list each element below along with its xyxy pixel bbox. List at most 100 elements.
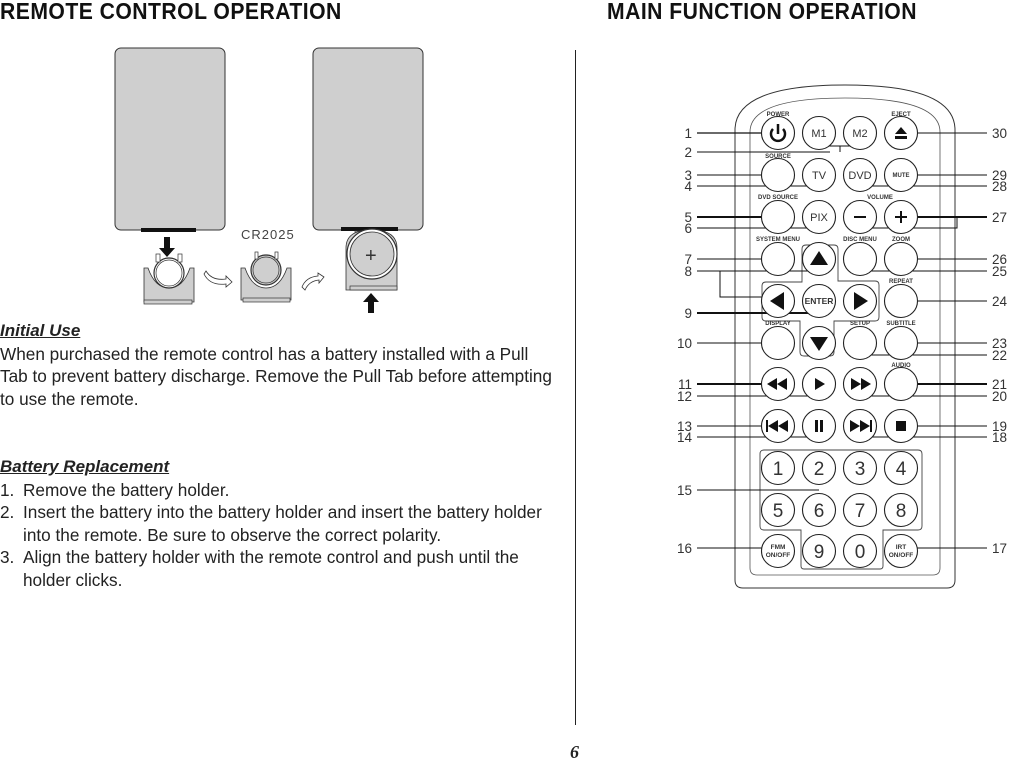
digit-5-button[interactable]: 5 <box>760 492 796 528</box>
step-text: Remove the battery holder. <box>23 479 230 500</box>
pause-button[interactable] <box>801 408 837 444</box>
leader-line <box>719 271 778 298</box>
next-track-icon <box>850 420 872 432</box>
digit-label: 2 <box>814 459 825 480</box>
plus-icon <box>895 211 907 223</box>
button-outline <box>842 408 878 444</box>
inserted-battery-holder: + <box>345 228 398 291</box>
repeat-label: REPEAT <box>889 279 913 285</box>
callout-number: 29 <box>992 168 1007 183</box>
rewind-button[interactable] <box>760 366 796 402</box>
remote-labels: POWER EJECT SOURCE DVD SOURCE VOLUME SYSTEM M… <box>756 112 916 369</box>
digit-3-button[interactable]: 3 <box>842 450 878 486</box>
power-button[interactable] <box>760 115 796 151</box>
digit-2-button[interactable]: 2 <box>801 450 837 486</box>
irt-on-off-button[interactable]: IRTON/OFF <box>883 533 919 569</box>
button-outline <box>842 199 878 235</box>
previous-button[interactable] <box>760 408 796 444</box>
callout-number: 13 <box>677 419 692 434</box>
eject-icon <box>895 127 907 139</box>
digit-1-button[interactable]: 1 <box>760 450 796 486</box>
callout-leader-lines <box>697 132 987 549</box>
arrow-down-icon <box>159 237 175 257</box>
button-outline <box>801 115 837 151</box>
button-outline <box>883 366 919 402</box>
m1-button[interactable]: M1 <box>801 115 837 151</box>
button-outline <box>883 450 919 486</box>
digit-7-button[interactable]: 7 <box>842 492 878 528</box>
eject-button[interactable] <box>883 115 919 151</box>
empty-battery-holder <box>143 253 195 305</box>
disc-menu-button[interactable] <box>842 241 878 277</box>
subtitle-button[interactable] <box>883 325 919 361</box>
button-outline <box>801 533 837 569</box>
button-outline <box>801 325 837 361</box>
button-outline <box>760 366 796 402</box>
play-button[interactable] <box>801 366 837 402</box>
display-label: DISPLAY <box>765 321 790 327</box>
leader-line <box>860 217 958 229</box>
callout-number: 14 <box>677 430 693 445</box>
digit-4-button[interactable]: 4 <box>883 450 919 486</box>
power-label: POWER <box>767 112 790 118</box>
digit-8-button[interactable]: 8 <box>883 492 919 528</box>
next-button[interactable] <box>842 408 878 444</box>
source-button[interactable] <box>760 157 796 193</box>
fmm-on-off-button[interactable]: FMMON/OFF <box>760 533 796 569</box>
button-outline <box>842 283 878 319</box>
callout-number: 2 <box>684 145 692 160</box>
digit-label: 6 <box>814 501 825 522</box>
button-label: ON/OFF <box>766 552 791 559</box>
button-outline <box>842 115 878 151</box>
numpad-outline <box>759 449 923 570</box>
button-outline <box>842 366 878 402</box>
m2-button[interactable]: M2 <box>842 115 878 151</box>
battery-steps-list: 1. Remove the battery holder. 2. Insert th… <box>0 479 556 592</box>
arrow-up-icon <box>810 251 828 265</box>
up-arrow-button[interactable] <box>801 241 837 277</box>
button-outline <box>801 366 837 402</box>
button-outline <box>760 199 796 235</box>
enter-button[interactable]: ENTER <box>801 283 837 319</box>
pix-button[interactable]: PIX <box>801 199 837 235</box>
button-label: M2 <box>852 128 867 140</box>
previous-track-icon <box>766 420 788 432</box>
button-outline <box>760 115 796 151</box>
stop-icon <box>896 421 906 431</box>
zoom-button[interactable] <box>883 241 919 277</box>
stop-button[interactable] <box>883 408 919 444</box>
display-button[interactable] <box>760 325 796 361</box>
button-outline <box>883 115 919 151</box>
callout-number: 21 <box>992 377 1007 392</box>
digit-9-button[interactable]: 9 <box>801 533 837 569</box>
callout-number: 11 <box>678 377 692 392</box>
right-arrow-button[interactable] <box>842 283 878 319</box>
repeat-button[interactable] <box>883 283 919 319</box>
down-arrow-button[interactable] <box>801 325 837 361</box>
audio-button[interactable] <box>883 366 919 402</box>
callout-number: 3 <box>684 168 692 183</box>
button-outline <box>801 283 837 319</box>
digit-6-button[interactable]: 6 <box>801 492 837 528</box>
button-outline <box>801 241 837 277</box>
callout-number: 23 <box>992 336 1007 351</box>
button-outline <box>842 492 878 528</box>
fast-forward-button[interactable] <box>842 366 878 402</box>
setup-button[interactable] <box>842 325 878 361</box>
left-arrow-button[interactable] <box>760 283 796 319</box>
callout-number: 15 <box>677 483 692 498</box>
tv-button[interactable]: TV <box>801 157 837 193</box>
volume-up-button[interactable] <box>883 199 919 235</box>
dvd-button[interactable]: DVD <box>842 157 878 193</box>
dvd-source-label: DVD SOURCE <box>758 195 798 201</box>
dvd-source-button[interactable] <box>760 199 796 235</box>
system-menu-button[interactable] <box>760 241 796 277</box>
callout-number: 20 <box>992 389 1007 404</box>
mute-button[interactable]: MUTE <box>883 157 919 193</box>
battery-replacement-section: Battery Replacement 1. Remove the battery… <box>0 456 556 591</box>
callout-number: 7 <box>684 252 692 267</box>
digit-0-button[interactable]: 0 <box>842 533 878 569</box>
volume-down-button[interactable] <box>842 199 878 235</box>
remote-back-right <box>312 47 424 231</box>
audio-label: AUDIO <box>891 363 911 369</box>
